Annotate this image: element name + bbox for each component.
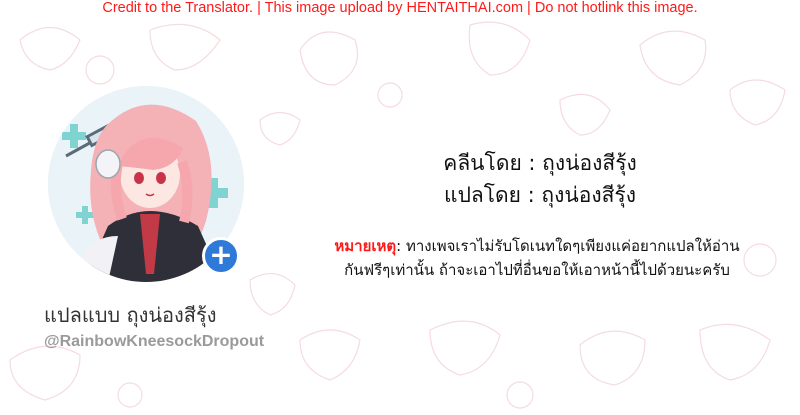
- note-line-2: กันฟรีๆเท่านั้น ถ้าจะเอาไปที่อื่นขอให้เอ…: [344, 261, 730, 279]
- profile-avatar-group[interactable]: +: [48, 86, 244, 282]
- profile-handle[interactable]: @RainbowKneesockDropout: [44, 332, 264, 352]
- translated-by-credit: แปลโดย : ถุงน่องสีรุ้ง: [444, 183, 636, 207]
- note-label: หมายเหตุ: [334, 237, 397, 255]
- profile-name: แปลแบบ ถุงน่องสีรุ้ง: [44, 303, 217, 327]
- note-text-1: : ทางเพจเราไม่รับโดเนทใดๆเพียงแค่อยากแปล…: [396, 237, 740, 255]
- note-line-1: หมายเหตุ: ทางเพจเราไม่รับโดเนทใดๆเพียงแค…: [296, 234, 778, 258]
- cleaned-by-credit: คลีนโดย : ถุงน่องสีรุ้ง: [443, 151, 637, 175]
- credit-banner: Credit to the Translator. | This image u…: [102, 0, 698, 16]
- plus-icon[interactable]: +: [202, 237, 240, 275]
